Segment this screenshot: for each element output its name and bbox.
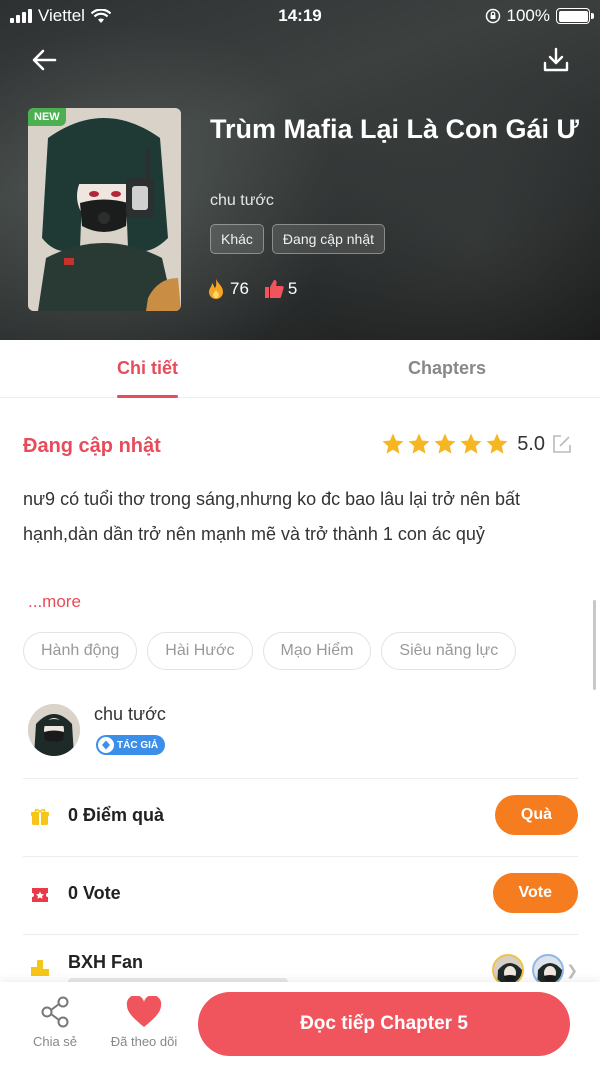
story-author[interactable]: chu tước [210, 192, 274, 210]
story-title: Trùm Mafia Lại Là Con Gái Ư [210, 114, 579, 144]
author-avatar [28, 704, 80, 756]
chevron-right-icon: ❯ [566, 962, 578, 978]
author-role-badge: TÁC GIẢ [96, 735, 166, 755]
heart-icon [126, 996, 162, 1027]
thumbs-up-icon [264, 280, 284, 298]
author-badge-icon [98, 737, 114, 753]
edit-rating-icon[interactable] [551, 433, 573, 455]
divider [23, 856, 578, 857]
genre-chip[interactable]: Hài Hước [147, 632, 253, 670]
cover-illustration [28, 108, 181, 311]
vote-count: 0 Vote [68, 883, 121, 903]
battery-percent: 100% [506, 6, 550, 25]
share-icon [41, 996, 69, 1028]
story-stats: 76 5 [205, 278, 297, 300]
author-badge-label: TÁC GIẢ [117, 739, 159, 751]
story-tags: Khác Đang cập nhật [210, 224, 385, 254]
tab-detail[interactable]: Chi tiết [117, 358, 178, 398]
views-stat: 76 [205, 278, 249, 300]
update-status: Đang cập nhật [23, 435, 161, 457]
likes-count: 5 [287, 279, 298, 298]
vote-ticket-icon [32, 888, 48, 902]
download-button[interactable] [540, 44, 572, 76]
author-card[interactable]: chu tước TÁC GIẢ [28, 702, 578, 764]
story-description: nư9 có tuổi thơ trong sáng,nhưng ko đc b… [23, 489, 521, 544]
vote-row: 0 Vote Vote [30, 873, 578, 917]
divider [23, 778, 578, 779]
gift-button[interactable]: Quà [494, 795, 578, 835]
tag-category[interactable]: Khác [210, 224, 264, 254]
share-label: Chia sẻ [32, 1034, 78, 1049]
rating-value: 5.0 [517, 432, 545, 455]
continue-reading-button[interactable]: Đọc tiếp Chapter 5 [198, 992, 570, 1056]
ranking-trophy-icon [31, 960, 49, 976]
follow-button[interactable]: Đã theo dõi [100, 996, 188, 1049]
genre-list: Hành động Hài Hước Mạo Hiểm Siêu năng lự… [23, 632, 517, 670]
genre-chip[interactable]: Hành động [23, 632, 138, 670]
star-icon [382, 433, 404, 454]
divider [23, 934, 578, 935]
star-icon [486, 433, 508, 454]
gift-row: 0 Điểm quà Quà [30, 795, 578, 839]
tab-chapters[interactable]: Chapters [408, 358, 486, 379]
status-bar: Viettel 14:19 100% [0, 0, 600, 32]
scrollbar[interactable] [593, 600, 596, 690]
rating[interactable]: 5.0 [381, 432, 573, 456]
star-icon [434, 433, 456, 454]
bottom-action-bar: Chia sẻ Đã theo dõi Đọc tiếp Chapter 5 [0, 982, 600, 1067]
vote-button[interactable]: Vote [492, 873, 578, 913]
orientation-lock-icon [485, 8, 500, 24]
star-icon [408, 433, 430, 454]
new-badge: NEW [28, 108, 66, 126]
battery-icon [556, 8, 594, 24]
back-button[interactable] [28, 44, 60, 76]
fan-ranking-title: BXH Fan [68, 952, 144, 972]
tag-status: Đang cập nhật [271, 224, 385, 254]
genre-chip[interactable]: Mạo Hiểm [262, 632, 372, 670]
genre-chip[interactable]: Siêu năng lực [381, 632, 517, 670]
gift-points: 0 Điểm quà [68, 805, 165, 825]
fire-icon [209, 279, 223, 299]
views-count: 76 [230, 279, 249, 298]
likes-stat: 5 [263, 278, 297, 300]
story-header: Viettel 14:19 100% NEW Trùm Mafia Lại Là… [0, 0, 600, 340]
share-button[interactable]: Chia sẻ [20, 996, 90, 1049]
tab-bar: Chi tiết Chapters [0, 340, 600, 398]
more-link[interactable]: ...more [28, 592, 81, 612]
gift-icon [31, 808, 49, 825]
cover-image: NEW [28, 108, 181, 311]
status-rating-row: Đang cập nhật 5.0 [23, 432, 573, 462]
star-icon [460, 433, 482, 454]
author-name: chu tước [94, 704, 166, 724]
follow-label: Đã theo dõi [110, 1034, 178, 1049]
